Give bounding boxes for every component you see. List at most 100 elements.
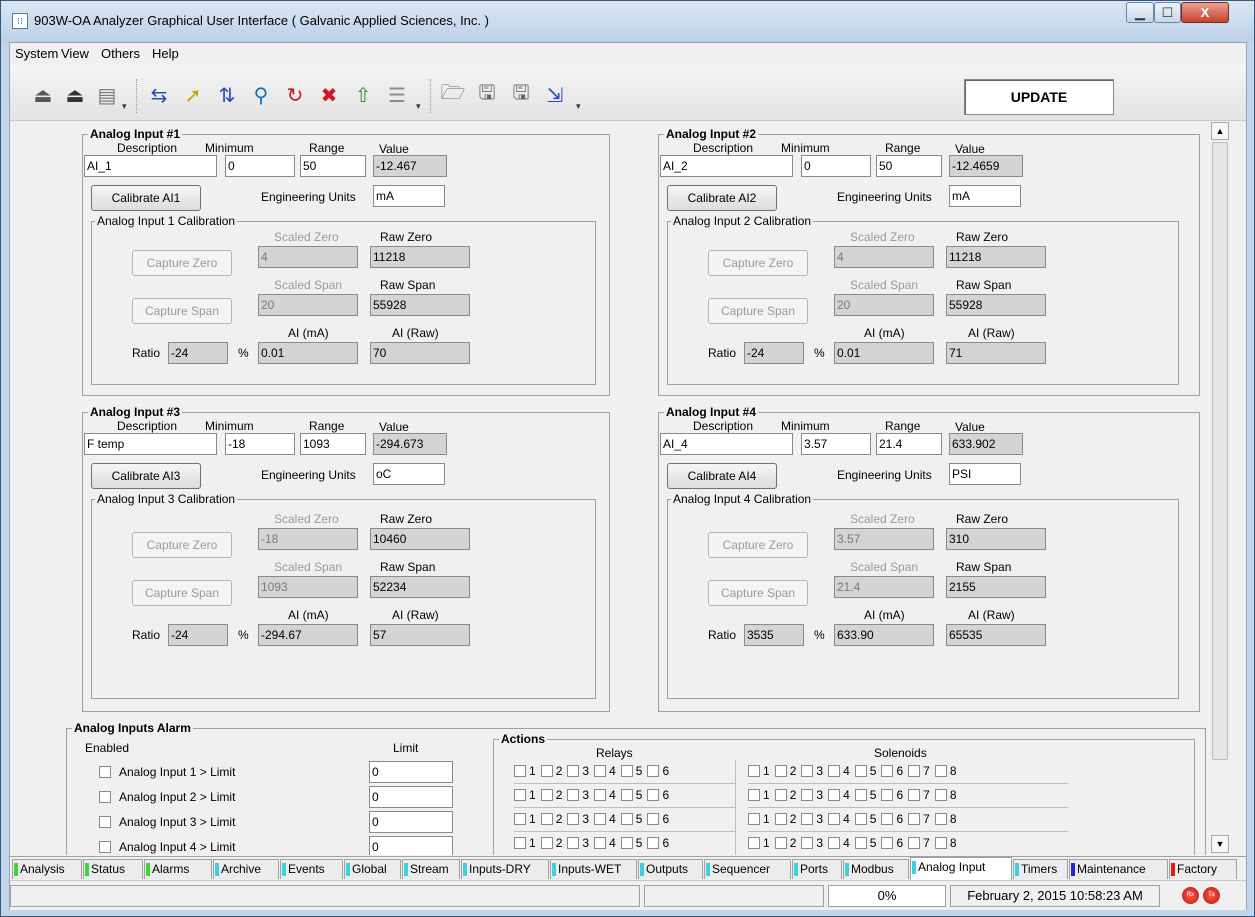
solenoid-checkbox[interactable] [748, 837, 760, 849]
description-input[interactable]: AI_4 [660, 433, 793, 455]
relay-checkbox[interactable] [514, 813, 526, 825]
network-icon[interactable]: ⇆ [144, 80, 174, 110]
title-bar[interactable]: ⁝⁝ 903W-OA Analyzer Graphical User Inter… [1, 1, 1254, 42]
solenoid-checkbox[interactable] [748, 789, 760, 801]
toolbar-grip-icon[interactable]: ▾ [416, 101, 426, 111]
relay-checkbox[interactable] [514, 789, 526, 801]
menu-system[interactable]: System [15, 46, 58, 61]
close-button[interactable]: X [1181, 2, 1229, 23]
tab-factory[interactable]: Factory [1169, 859, 1237, 879]
relay-checkbox[interactable] [540, 837, 553, 849]
capture-span-button[interactable]: Capture Span [132, 298, 232, 324]
folder-open-icon[interactable]: 🗁 [438, 80, 468, 110]
tab-archive[interactable]: Archive [213, 859, 279, 879]
menu-view[interactable]: View [61, 46, 89, 61]
solenoid-checkbox[interactable] [881, 765, 894, 777]
tab-inputs-wet[interactable]: Inputs-WET [550, 859, 637, 879]
relay-checkbox[interactable] [594, 837, 607, 849]
capture-zero-button[interactable]: Capture Zero [132, 250, 232, 276]
tab-analysis[interactable]: Analysis [12, 859, 82, 879]
range-input[interactable]: 50 [300, 155, 366, 177]
relay-checkbox[interactable] [540, 813, 553, 825]
tab-global[interactable]: Global [344, 859, 401, 879]
relay-checkbox[interactable] [567, 813, 580, 825]
stop-icon[interactable]: ✖ [314, 80, 344, 110]
tab-status[interactable]: Status [83, 859, 143, 879]
tab-analog-input[interactable]: Analog Input [910, 857, 1012, 880]
capture-span-button[interactable]: Capture Span [708, 298, 808, 324]
range-input[interactable]: 1093 [300, 433, 366, 455]
sweep-icon[interactable]: ➚ [178, 80, 208, 110]
relay-checkbox[interactable] [594, 789, 607, 801]
capture-zero-button[interactable]: Capture Zero [708, 532, 808, 558]
tab-maintenance[interactable]: Maintenance [1069, 859, 1168, 879]
minimum-input[interactable]: -18 [225, 433, 295, 455]
solenoid-checkbox[interactable] [801, 789, 814, 801]
solenoid-checkbox[interactable] [774, 789, 787, 801]
menu-others[interactable]: Others [101, 46, 140, 61]
solenoid-checkbox[interactable] [828, 837, 841, 849]
relay-checkbox[interactable] [647, 789, 660, 801]
scroll-up-icon[interactable]: ▲ [1211, 122, 1229, 140]
alarm-enable-checkbox[interactable] [99, 791, 111, 803]
alarm-limit-input[interactable]: 0 [369, 761, 453, 783]
solenoid-checkbox[interactable] [828, 813, 841, 825]
relay-checkbox[interactable] [514, 837, 526, 849]
solenoid-checkbox[interactable] [854, 813, 867, 825]
engineering-units-input[interactable]: oC [373, 463, 445, 485]
valve-icon[interactable]: ⇧ [348, 80, 378, 110]
range-input[interactable]: 50 [876, 155, 942, 177]
solenoid-checkbox[interactable] [774, 765, 787, 777]
relay-checkbox[interactable] [620, 837, 633, 849]
solenoid-checkbox[interactable] [828, 765, 841, 777]
description-input[interactable]: F temp [84, 433, 217, 455]
engineering-units-input[interactable]: mA [949, 185, 1021, 207]
capture-zero-button[interactable]: Capture Zero [708, 250, 808, 276]
solenoid-checkbox[interactable] [801, 765, 814, 777]
save-icon[interactable]: 🖫 [472, 80, 502, 110]
maximize-button[interactable]: ☐ [1154, 2, 1181, 23]
relay-checkbox[interactable] [594, 765, 607, 777]
solenoid-checkbox[interactable] [774, 837, 787, 849]
scroll-thumb[interactable] [1212, 142, 1228, 760]
relay-checkbox[interactable] [514, 765, 526, 777]
alarm-limit-input[interactable]: 0 [369, 836, 453, 855]
tab-outputs[interactable]: Outputs [638, 859, 703, 879]
save-as-icon[interactable]: 🖫 [506, 80, 536, 110]
solenoid-checkbox[interactable] [908, 789, 921, 801]
minimum-input[interactable]: 0 [801, 155, 871, 177]
solenoid-checkbox[interactable] [908, 813, 921, 825]
description-input[interactable]: AI_2 [660, 155, 793, 177]
tab-modbus[interactable]: Modbus [843, 859, 909, 879]
capture-zero-button[interactable]: Capture Zero [132, 532, 232, 558]
solenoid-checkbox[interactable] [934, 765, 947, 777]
tab-events[interactable]: Events [280, 859, 343, 879]
alarm-enable-checkbox[interactable] [99, 766, 111, 778]
tab-stream[interactable]: Stream [402, 859, 460, 879]
relay-checkbox[interactable] [567, 789, 580, 801]
toolbar-grip-icon[interactable]: ▾ [576, 101, 586, 111]
solenoid-checkbox[interactable] [881, 813, 894, 825]
solenoid-checkbox[interactable] [801, 837, 814, 849]
relay-checkbox[interactable] [567, 765, 580, 777]
solenoid-checkbox[interactable] [934, 789, 947, 801]
scanner-icon[interactable]: ⏏ [28, 80, 58, 110]
alarm-enable-checkbox[interactable] [99, 841, 111, 853]
solenoid-checkbox[interactable] [934, 837, 947, 849]
solenoid-checkbox[interactable] [934, 813, 947, 825]
refresh-icon[interactable]: ⇅ [212, 80, 242, 110]
engineering-units-input[interactable]: PSI [949, 463, 1021, 485]
solenoid-checkbox[interactable] [881, 789, 894, 801]
tab-ports[interactable]: Ports [792, 859, 842, 879]
solenoid-checkbox[interactable] [854, 765, 867, 777]
capture-span-button[interactable]: Capture Span [132, 580, 232, 606]
tab-timers[interactable]: Timers [1013, 859, 1068, 879]
probe-icon[interactable]: ⚲ [246, 80, 276, 110]
description-input[interactable]: AI_1 [84, 155, 217, 177]
relay-checkbox[interactable] [567, 837, 580, 849]
calibrate-button[interactable]: Calibrate AI1 [91, 185, 201, 211]
relay-checkbox[interactable] [647, 837, 660, 849]
minimum-input[interactable]: 0 [225, 155, 295, 177]
solenoid-checkbox[interactable] [854, 789, 867, 801]
solenoid-checkbox[interactable] [801, 813, 814, 825]
